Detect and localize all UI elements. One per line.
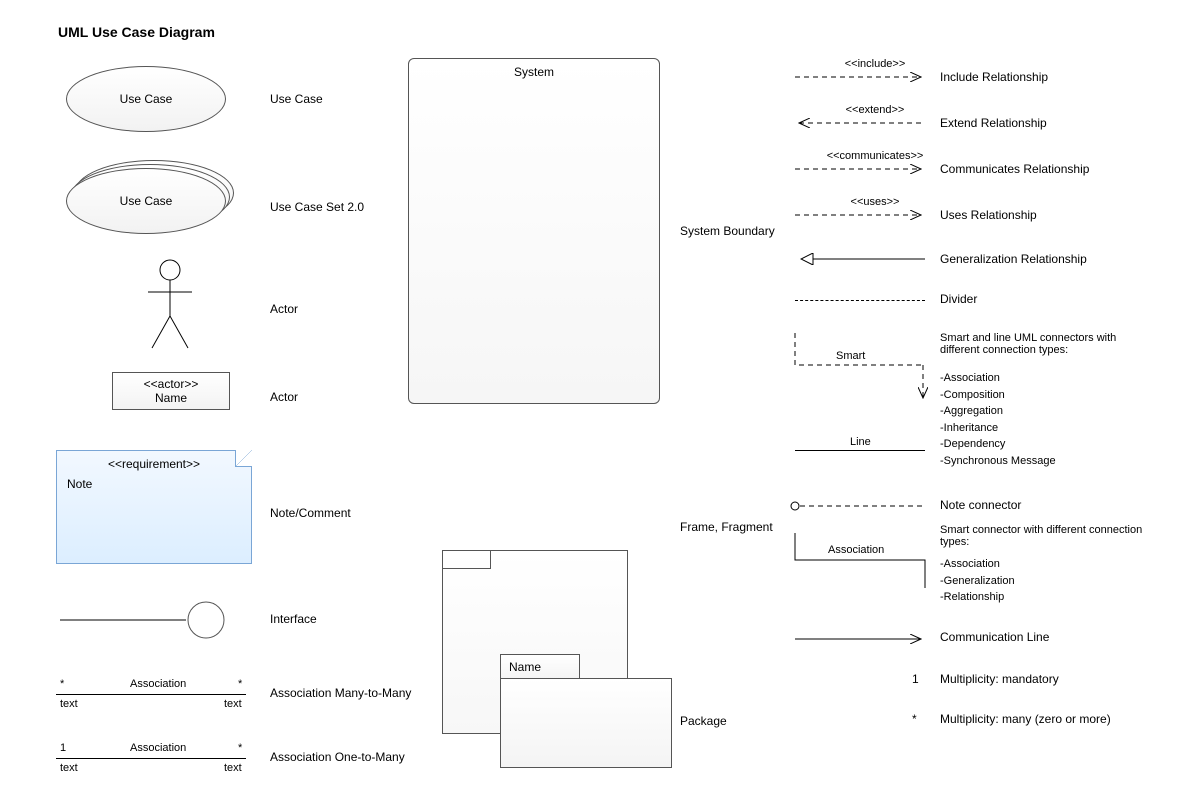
type-item: -Inheritance <box>940 420 1056 437</box>
diagram-title: UML Use Case Diagram <box>58 24 215 40</box>
assoc-om-mid: Association <box>130 742 186 754</box>
type-item: -Composition <box>940 387 1056 404</box>
communicates-arrow-icon <box>795 164 925 174</box>
actor-box-label: Actor <box>270 390 298 404</box>
extend-text: <<extend>> <box>830 104 920 116</box>
system-boundary-label: System Boundary <box>680 224 775 238</box>
smart-types: -Association -Composition -Aggregation -… <box>940 370 1056 469</box>
package-tab-text: Name <box>509 660 541 674</box>
communicates-text: <<communicates>> <box>810 150 940 162</box>
assoc-om-tl: text <box>60 762 78 774</box>
package-label: Package <box>680 714 727 728</box>
include-label: Include Relationship <box>940 70 1048 84</box>
assoc-mm-label: Association Many-to-Many <box>270 686 411 700</box>
note-text: Note <box>67 477 241 491</box>
note-connector-icon <box>790 500 926 512</box>
note-stereo: <<requirement>> <box>67 457 241 471</box>
type-item: -Dependency <box>940 436 1056 453</box>
uses-arrow-icon <box>795 210 925 220</box>
include-text: <<include>> <box>830 58 920 70</box>
note-shape: <<requirement>> Note <box>56 450 252 564</box>
assoc-om-label: Association One-to-Many <box>270 750 405 764</box>
assoc-mm-line <box>56 694 246 695</box>
note-fold-icon <box>235 450 252 467</box>
communication-line-label: Communication Line <box>940 630 1049 644</box>
type-item: -Aggregation <box>940 403 1056 420</box>
actor-stick-icon <box>140 258 200 354</box>
association-conn-types: -Association -Generalization -Relationsh… <box>940 556 1015 606</box>
note-connector-label: Note connector <box>940 498 1021 512</box>
system-boundary-shape: System <box>408 58 660 404</box>
assoc-om-tr: text <box>224 762 242 774</box>
actor-box-shape: <<actor>> Name <box>112 372 230 410</box>
smart-desc: Smart and line UML connectors with diffe… <box>940 332 1150 356</box>
association-conn-desc: Smart connector with different connectio… <box>940 524 1150 548</box>
actor-box-stereo: <<actor>> <box>113 377 229 391</box>
assoc-mm-tl: text <box>60 698 78 710</box>
actor-box-name: Name <box>113 391 229 405</box>
assoc-om-left: 1 <box>60 742 66 754</box>
note-label: Note/Comment <box>270 506 351 520</box>
assoc-om-right: * <box>238 742 242 754</box>
type-item: -Generalization <box>940 573 1015 590</box>
usecaseset-text: Use Case <box>120 194 173 208</box>
extend-arrow-icon <box>795 118 925 128</box>
usecaseset-label: Use Case Set 2.0 <box>270 200 364 214</box>
usecaseset-shape: Use Case <box>66 168 226 234</box>
generalization-arrow-icon <box>795 252 925 266</box>
divider-icon <box>795 300 925 301</box>
multn-label: Multiplicity: many (zero or more) <box>940 712 1111 726</box>
association-connector-icon <box>795 530 925 590</box>
multn-symbol: * <box>912 712 917 726</box>
uses-text: <<uses>> <box>830 196 920 208</box>
system-title: System <box>409 65 659 79</box>
actor-stick-label: Actor <box>270 302 298 316</box>
divider-label: Divider <box>940 292 977 306</box>
type-item: -Association <box>940 556 1015 573</box>
association-conn-text: Association <box>828 544 884 556</box>
frame-label: Frame, Fragment <box>680 520 773 534</box>
generalization-label: Generalization Relationship <box>940 252 1087 266</box>
uses-label: Uses Relationship <box>940 208 1037 222</box>
assoc-mm-mid: Association <box>130 678 186 690</box>
extend-label: Extend Relationship <box>940 116 1047 130</box>
usecase-label: Use Case <box>270 92 323 106</box>
usecase-shape: Use Case <box>66 66 226 132</box>
interface-icon <box>60 600 230 640</box>
type-item: -Association <box>940 370 1056 387</box>
assoc-om-line <box>56 758 246 759</box>
interface-label: Interface <box>270 612 317 626</box>
assoc-mm-right: * <box>238 678 242 690</box>
usecase-text: Use Case <box>120 92 173 106</box>
assoc-mm-tr: text <box>224 698 242 710</box>
type-item: -Synchronous Message <box>940 453 1056 470</box>
mult1-label: Multiplicity: mandatory <box>940 672 1059 686</box>
frame-tab-icon <box>442 550 491 569</box>
assoc-mm-left: * <box>60 678 64 690</box>
line-label: Line <box>850 436 871 448</box>
communication-line-icon <box>795 634 925 644</box>
smart-label: Smart <box>836 350 865 362</box>
include-arrow-icon <box>795 72 925 82</box>
smart-connector-icon <box>795 330 925 410</box>
mult1-symbol: 1 <box>912 672 919 686</box>
type-item: -Relationship <box>940 589 1015 606</box>
communicates-label: Communicates Relationship <box>940 162 1089 176</box>
line-connector-icon <box>795 450 925 451</box>
package-shape <box>500 678 672 768</box>
package-tab: Name <box>500 654 580 679</box>
